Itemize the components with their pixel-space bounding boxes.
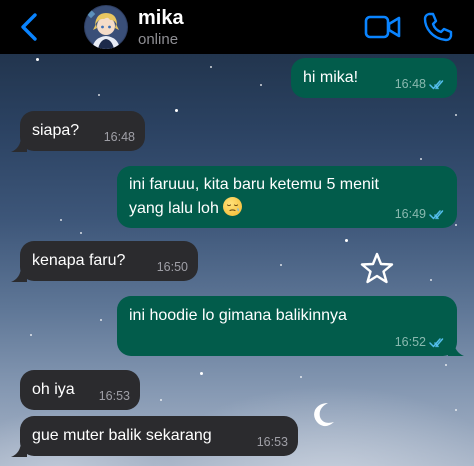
- message-meta: 16:48: [104, 130, 135, 144]
- message-meta: 16:52: [395, 335, 447, 349]
- message-text-line-2: yang lalu loh: [129, 197, 243, 219]
- message-bubble-incoming[interactable]: gue muter balik sekarang 16:53: [20, 416, 298, 456]
- chevron-left-icon: [21, 13, 37, 41]
- wallpaper-star: [36, 58, 39, 61]
- message-time: 16:53: [256, 435, 288, 449]
- wallpaper-star: [455, 224, 457, 226]
- message-bubble-outgoing[interactable]: ini hoodie lo gimana balikinnya 16:52: [117, 296, 457, 356]
- message-time: 16:48: [394, 77, 426, 91]
- message-text: hi mika!: [303, 69, 359, 86]
- message-time: 16:52: [394, 335, 426, 349]
- message-text: gue muter balik sekarang: [32, 427, 212, 444]
- wallpaper-star: [260, 84, 262, 86]
- phone-icon: [423, 12, 453, 42]
- message-text: kenapa faru?: [32, 252, 126, 269]
- wallpaper-star: [175, 109, 178, 112]
- sleepy-face-emoji: [223, 197, 243, 216]
- bubble-tail: [448, 340, 464, 356]
- message-time: 16:53: [98, 389, 130, 403]
- message-bubble-incoming[interactable]: siapa? 16:48: [20, 111, 145, 151]
- message-bubble-outgoing[interactable]: ini faruuu, kita baru ketemu 5 menit yan…: [117, 166, 457, 228]
- message-time: 16:50: [156, 260, 188, 274]
- wallpaper-star: [300, 376, 302, 378]
- message-text-line-2-text: yang lalu loh: [129, 200, 219, 217]
- contact-name[interactable]: mika: [138, 6, 184, 30]
- read-receipt-double-check-icon: [429, 209, 444, 219]
- read-receipt-double-check-icon: [429, 79, 444, 89]
- wallpaper-star: [210, 66, 212, 68]
- message-meta: 16:49: [395, 207, 447, 221]
- wallpaper-star: [430, 279, 432, 281]
- message-bubble-incoming[interactable]: oh iya 16:53: [20, 370, 140, 410]
- read-receipt-double-check-icon: [429, 337, 444, 347]
- bubble-tail: [11, 136, 27, 152]
- avatar[interactable]: [84, 5, 128, 49]
- wallpaper-star: [30, 334, 32, 336]
- message-meta: 16:53: [257, 435, 288, 449]
- wallpaper-star: [455, 409, 457, 411]
- star-outline-icon: [360, 252, 394, 284]
- wallpaper-star: [200, 372, 203, 375]
- message-text: siapa?: [32, 122, 80, 139]
- chat-messages-area[interactable]: hi mika! 16:48 siapa? 16:48 ini faruuu, …: [0, 54, 474, 466]
- message-bubble-incoming[interactable]: kenapa faru? 16:50: [20, 241, 198, 281]
- message-time: 16:48: [103, 130, 135, 144]
- wallpaper-star: [160, 399, 162, 401]
- wallpaper-star: [420, 158, 422, 160]
- bubble-tail: [11, 441, 27, 457]
- wallpaper-star: [100, 319, 102, 321]
- wallpaper-star: [345, 239, 348, 242]
- wallpaper-star: [455, 114, 457, 116]
- crescent-moon-icon: [314, 403, 334, 427]
- voice-call-button[interactable]: [422, 11, 454, 43]
- message-text: oh iya: [32, 381, 75, 398]
- message-bubble-outgoing[interactable]: hi mika! 16:48: [291, 58, 457, 98]
- bubble-tail: [11, 266, 27, 282]
- wallpaper-star: [280, 264, 282, 266]
- chat-header: mika online: [0, 0, 474, 54]
- video-call-button[interactable]: [364, 12, 402, 42]
- message-meta: 16:53: [99, 389, 130, 403]
- message-text: ini hoodie lo gimana balikinnya: [129, 307, 347, 324]
- message-text-line-1: ini faruuu, kita baru ketemu 5 menit: [129, 176, 379, 193]
- wallpaper-star: [445, 364, 447, 366]
- wallpaper-star: [98, 94, 100, 96]
- wallpaper-star: [60, 219, 62, 221]
- wallpaper-star: [80, 232, 82, 234]
- message-time: 16:49: [394, 207, 426, 221]
- back-button[interactable]: [14, 10, 44, 44]
- message-meta: 16:48: [395, 77, 447, 91]
- video-camera-icon: [364, 15, 401, 39]
- contact-status: online: [138, 31, 179, 48]
- message-meta: 16:50: [157, 260, 188, 274]
